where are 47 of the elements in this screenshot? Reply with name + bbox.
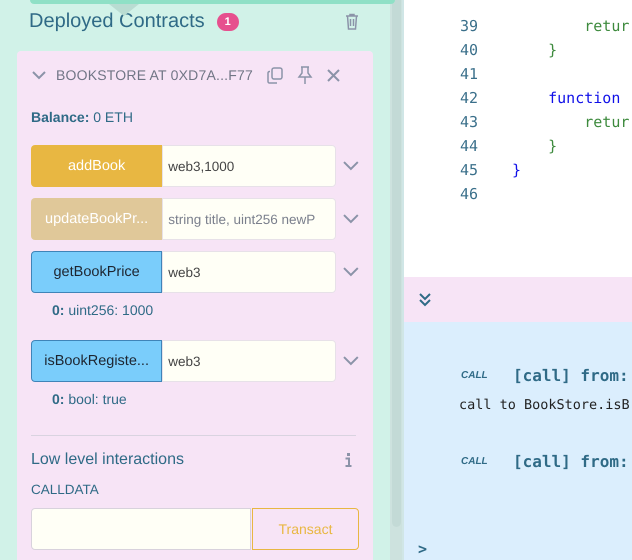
log-heading: [call] from: [513, 366, 629, 384]
calldata-label: CALLDATA [31, 482, 100, 497]
trash-icon[interactable] [345, 13, 359, 30]
code-line: function [547, 89, 620, 107]
section-title: Low level interactions [31, 451, 184, 469]
code-line: } [547, 137, 558, 155]
line-number: 39 [458, 17, 478, 35]
chevron-icon[interactable] [343, 161, 359, 171]
scrollbar-thumb[interactable] [392, 0, 400, 527]
function-button[interactable]: getBookPrice [31, 251, 162, 293]
line-number: 46 [458, 185, 478, 203]
line-number: 43 [458, 113, 478, 131]
log-tag: CALL [461, 456, 513, 466]
argument-field[interactable]: web3 [162, 340, 336, 382]
code-line: } [547, 41, 558, 59]
chevron-icon[interactable] [343, 267, 359, 277]
chevron-icon[interactable] [343, 356, 359, 366]
log-tag: CALL [461, 370, 513, 380]
code-line: retur [583, 17, 630, 35]
chevron-icon[interactable] [343, 214, 359, 224]
pin-icon[interactable] [297, 66, 313, 84]
close-icon[interactable] [327, 68, 340, 82]
argument-field[interactable]: string title, uint256 newP [162, 198, 336, 240]
code-line: retur [583, 113, 630, 131]
panel-title: Deployed Contracts [29, 10, 205, 33]
function-button[interactable]: isBookRegiste... [31, 340, 162, 382]
line-number: 40 [458, 41, 478, 59]
terminal-prompt: > [418, 540, 428, 558]
log-heading: [call] from: [513, 452, 629, 470]
info-icon[interactable] [345, 453, 352, 467]
result-text: 0: bool: true [52, 391, 128, 409]
balance-text: Balance: 0 ETH [31, 109, 134, 125]
line-number: 45 [458, 161, 478, 179]
chevron-icon[interactable] [32, 70, 46, 80]
line-number: 42 [458, 89, 478, 107]
result-text: 0: uint256: 1000 [52, 302, 154, 320]
copy-icon[interactable] [267, 66, 283, 84]
calldata-field[interactable] [31, 508, 251, 550]
line-number: 41 [458, 65, 478, 83]
collapse-icon[interactable] [419, 292, 431, 306]
count-badge: 1 [216, 12, 239, 30]
code-line: } [512, 161, 522, 179]
argument-field[interactable]: web3 [162, 251, 336, 293]
argument-field[interactable]: web3,1000 [162, 145, 336, 187]
line-number: 44 [458, 137, 478, 155]
log-text: call to BookStore.isB [459, 397, 631, 413]
contract-name: BOOKSTORE AT 0XD7A...F77 [56, 67, 253, 83]
